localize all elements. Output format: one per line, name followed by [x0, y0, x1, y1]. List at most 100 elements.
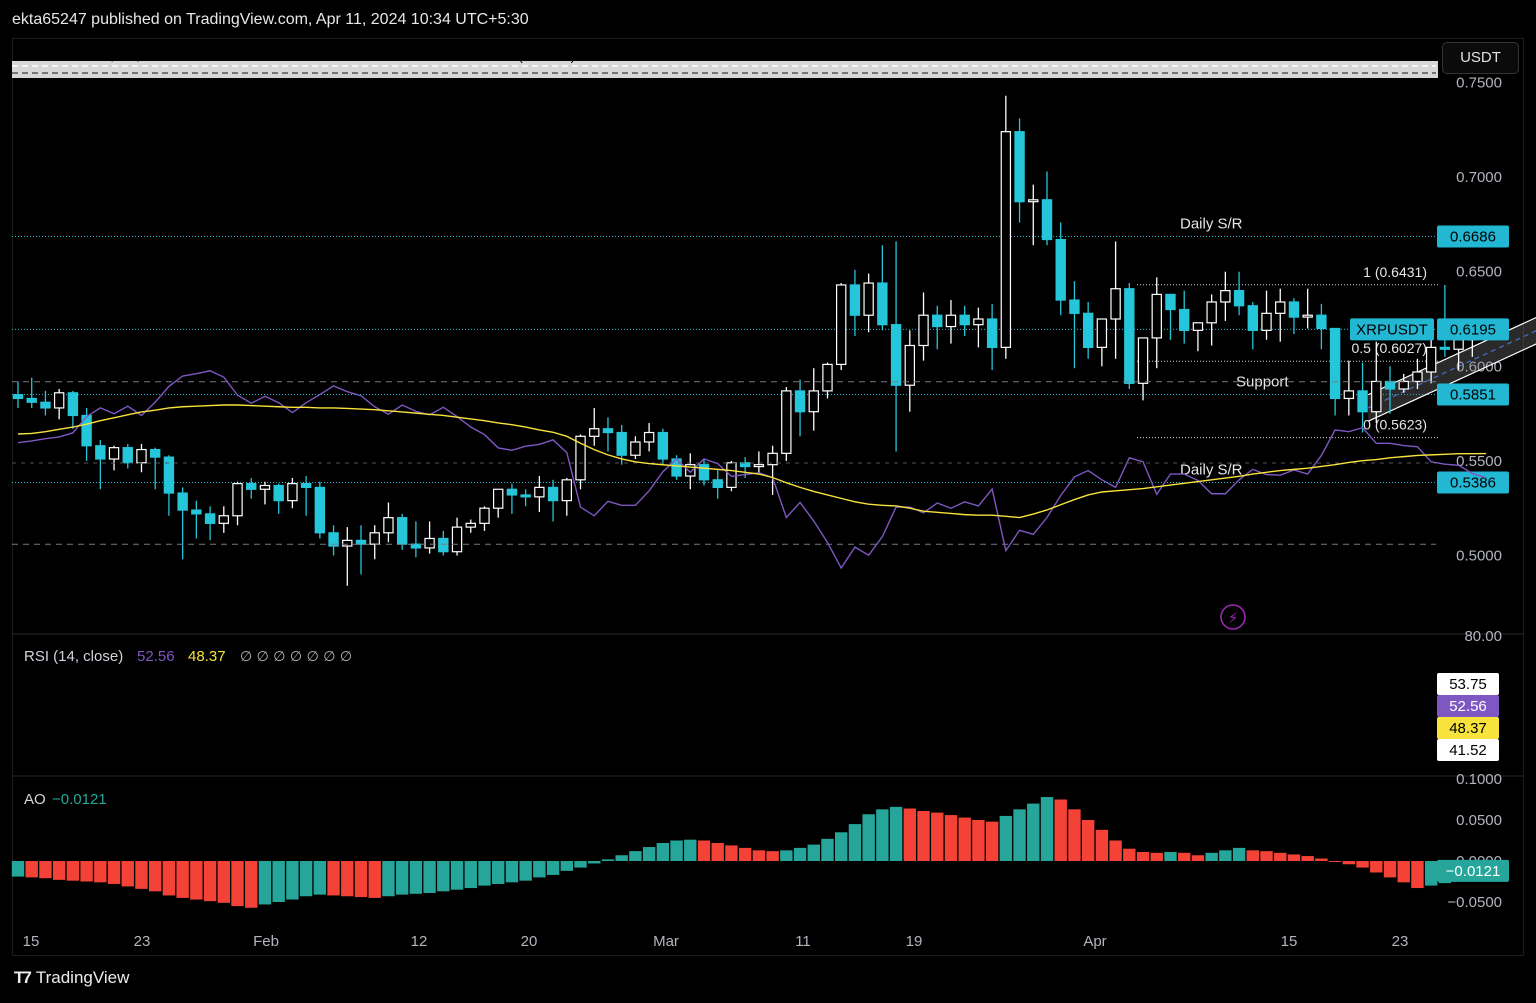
ao-bar — [39, 861, 52, 879]
candle-body — [273, 484, 284, 502]
candle-body — [794, 390, 806, 413]
ao-bar — [162, 861, 176, 896]
ao-bar — [354, 861, 368, 898]
ao-bar — [1301, 856, 1314, 861]
candle-body — [643, 431, 655, 443]
ao-bar — [190, 861, 203, 900]
candle-body — [259, 484, 271, 490]
ao-bar — [25, 861, 38, 878]
candle-body — [108, 447, 120, 460]
candle-body — [1233, 290, 1245, 307]
candle-body — [410, 543, 422, 549]
ao-bar — [176, 861, 189, 898]
ao-axis-tick: 0.0500 — [1456, 812, 1502, 829]
ao-bar — [1424, 861, 1438, 886]
candle-body — [438, 537, 449, 553]
candle-body — [1165, 293, 1176, 311]
candle-body — [1453, 339, 1464, 350]
candle-body — [1288, 301, 1300, 318]
ao-bar — [395, 861, 409, 895]
symbol-name[interactable]: XRP / TetherUS, 1D, BINANCE — [12, 47, 206, 63]
ao-bar — [203, 861, 217, 902]
close-label: C — [402, 47, 413, 63]
ao-bar — [94, 861, 107, 883]
ao-bar — [1205, 852, 1218, 861]
candle-body — [493, 488, 504, 509]
ao-bar — [368, 861, 381, 898]
ao-bar — [1383, 861, 1397, 878]
ao-bar — [217, 861, 230, 903]
candle-body — [191, 509, 202, 515]
ao-bar — [1191, 855, 1205, 861]
candle-body — [726, 462, 737, 488]
candle-body — [204, 513, 216, 524]
candle-body — [712, 479, 723, 488]
rsi-price-tag: 52.56 — [1449, 698, 1487, 715]
ao-bar — [107, 861, 121, 884]
candle-body — [1439, 346, 1451, 350]
time-axis-tick: Apr — [1083, 933, 1106, 950]
ao-bar — [1315, 858, 1328, 861]
candle-body — [1343, 390, 1355, 400]
low-value: 0.6148 — [349, 47, 393, 63]
chart-canvas[interactable]: 0.75000.70000.65000.60000.55000.5000Dail… — [0, 0, 1536, 1003]
ao-bar — [1260, 851, 1273, 861]
open-label: O — [216, 47, 227, 63]
ao-bar — [450, 861, 464, 890]
ao-bar — [1054, 799, 1067, 861]
rsi-legend-value: 52.56 — [137, 648, 175, 665]
candle-body — [849, 284, 861, 316]
candle-body — [781, 390, 792, 454]
footer-bar — [0, 958, 1536, 1003]
candle-body — [1096, 318, 1108, 348]
time-axis-tick: 23 — [1392, 933, 1409, 950]
candle-body — [630, 441, 641, 456]
ao-bar — [341, 861, 354, 897]
ao-bar — [11, 861, 25, 877]
symbol-legend: XRP / TetherUS, 1D, BINANCE O0.6171 H0.621… — [12, 47, 575, 63]
candle-body — [40, 401, 51, 409]
tradingview-logo[interactable]: T7 TradingView — [14, 968, 129, 988]
ao-bar — [1246, 850, 1259, 861]
ao-bar — [560, 861, 573, 871]
currency-button[interactable]: USDT — [1442, 42, 1519, 74]
candle-body — [808, 390, 819, 413]
ao-bar — [958, 817, 971, 861]
ao-bar — [1178, 852, 1191, 861]
ao-bar — [1342, 861, 1356, 865]
ao-bar — [1287, 854, 1301, 861]
ao-bar — [52, 861, 66, 880]
ao-axis-tick: −0.0500 — [1447, 894, 1502, 911]
ao-bar — [615, 855, 628, 861]
fib-level-label: 0.5 (0.6027) — [1352, 340, 1428, 356]
candle-body — [1275, 301, 1286, 314]
candle-body — [1041, 199, 1053, 241]
ao-bar — [327, 861, 340, 896]
lightning-icon: ⚡ — [1228, 609, 1239, 627]
candle-body — [1412, 371, 1423, 383]
symbol-price-tag: XRPUSDT — [1356, 321, 1428, 338]
time-axis-tick: Feb — [253, 933, 279, 950]
candle-body — [835, 284, 847, 366]
time-axis-tick: 15 — [23, 933, 40, 950]
ao-bar — [999, 815, 1013, 861]
candle-body — [1329, 327, 1341, 400]
ao-bar — [149, 861, 162, 892]
candle-body — [616, 431, 627, 456]
candle-body — [12, 394, 24, 400]
ao-bar — [944, 815, 958, 861]
candle-body — [424, 537, 435, 549]
candle-body — [342, 539, 353, 547]
ao-bar — [711, 842, 724, 861]
rsi-ma-legend-value: 48.37 — [188, 648, 226, 665]
candle-body — [547, 486, 559, 502]
ao-bar — [931, 812, 944, 861]
price-axis-tick: 0.6500 — [1456, 264, 1502, 281]
rsi-line — [17, 370, 1487, 570]
candle-body — [122, 447, 133, 464]
ao-bar — [821, 838, 834, 861]
candle-body — [589, 428, 600, 437]
time-axis-tick: 20 — [521, 933, 538, 950]
ao-bar — [1081, 820, 1095, 861]
ao-bar — [862, 814, 875, 861]
